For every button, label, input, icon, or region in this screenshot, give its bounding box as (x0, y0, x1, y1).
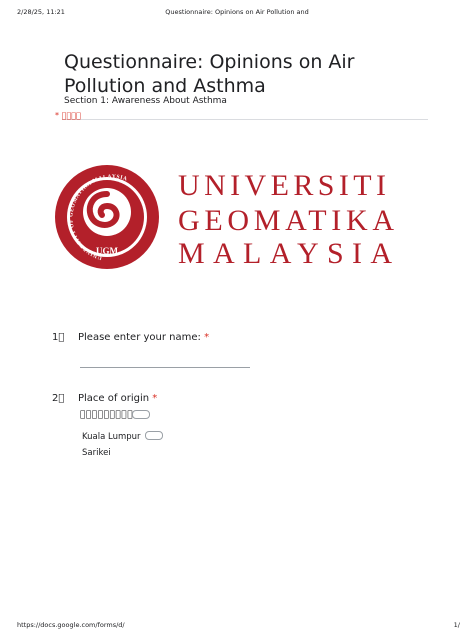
logo-line-1: UNIVERSITI (178, 169, 388, 202)
section-subtitle: Section 1: Awareness About Asthma (64, 96, 227, 106)
required-asterisk: * (204, 332, 210, 343)
footer-page-number: 1/ (453, 621, 460, 629)
origin-option-2-radio[interactable] (145, 431, 163, 440)
origin-option-1-radio[interactable] (132, 410, 150, 419)
logo-line-2: GEOMATIKA (178, 204, 395, 237)
question-name: 1􏰄 Please enter your name: * (52, 332, 209, 343)
question-number: 2􏰄 (52, 393, 65, 404)
question-label: Please enter your name: (78, 332, 205, 343)
required-note: * 􏰀􏰁􏰂􏰃 (55, 111, 81, 120)
origin-option-sarikei: Sarikei (82, 448, 111, 458)
university-seal: UGM UNIVERSITY OF GEOMATIKA MALAYSIA (55, 165, 159, 269)
name-answer-field[interactable] (80, 367, 250, 368)
question-label: Place of origin (78, 393, 153, 404)
form-title: Questionnaire: Opinions on Air Pollution… (64, 51, 355, 97)
header-divider (62, 119, 428, 120)
origin-option-kuala-lumpur: Kuala Lumpur (82, 432, 141, 442)
question-origin: 2􏰄 Place of origin * (52, 393, 157, 404)
question-number: 1􏰄 (52, 332, 65, 343)
print-page-title: Questionnaire: Opinions on Air Pollution… (165, 8, 309, 16)
required-asterisk: * (152, 393, 158, 404)
logo-line-3: MALAYSIA (178, 237, 396, 270)
footer-url: https://docs.google.com/forms/d/ (17, 621, 125, 629)
print-header: 2/28/25, 11:21 Questionnaire: Opinions o… (0, 8, 474, 20)
university-logo: UGM UNIVERSITY OF GEOMATIKA MALAYSIA UNI… (55, 165, 396, 270)
origin-option-garbled-label: 􏰅􏰆􏰇􏰈􏰉􏰊􏰋􏰌􏰍 (80, 410, 134, 420)
